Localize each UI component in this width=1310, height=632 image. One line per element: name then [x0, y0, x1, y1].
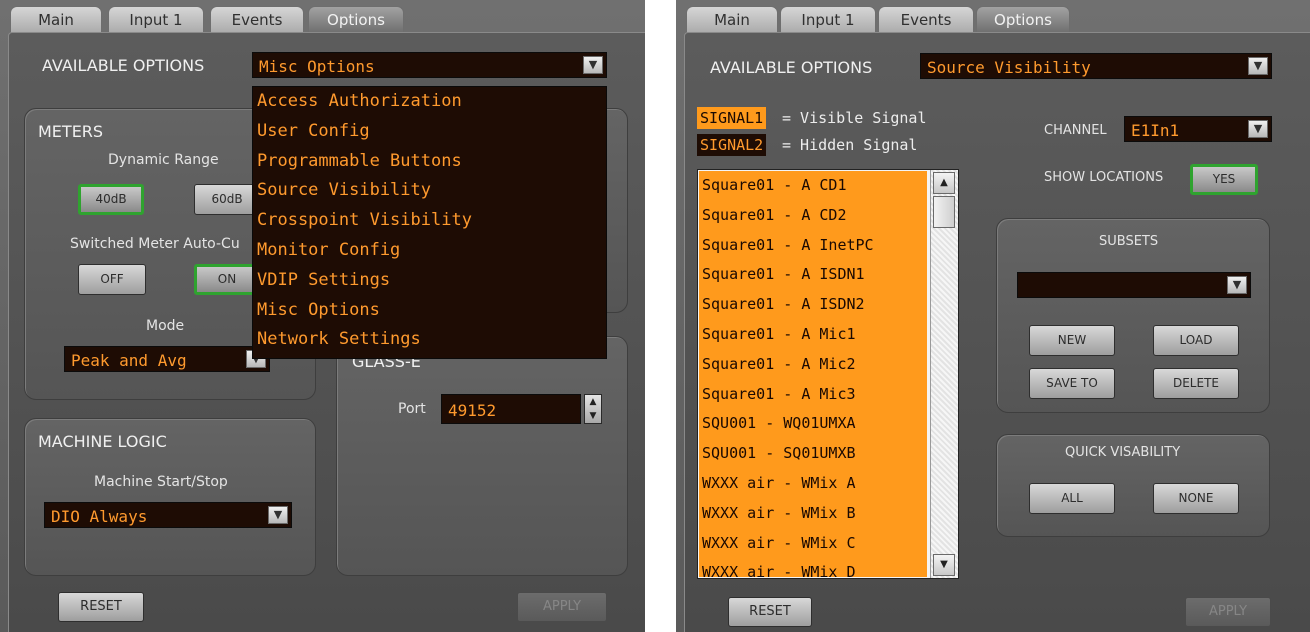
visible-signal-legend: = Visible Signal	[782, 109, 927, 127]
quick-visibility-none-button[interactable]: NONE	[1153, 483, 1239, 514]
source-list-items: Square01 - A CD1 Square01 - A CD2 Square…	[699, 171, 927, 577]
menu-item-user-config[interactable]: User Config	[253, 117, 606, 147]
channel-label: CHANNEL	[1044, 123, 1107, 138]
menu-item-vdip-settings[interactable]: VDIP Settings	[253, 266, 606, 296]
chevron-down-icon[interactable]: ▼	[1227, 276, 1247, 294]
port-value: 49152	[448, 401, 497, 420]
source-item[interactable]: Square01 - A CD1	[699, 171, 927, 201]
apply-button[interactable]: APPLY	[517, 592, 607, 622]
subsets-title: SUBSETS	[1099, 234, 1159, 249]
chevron-down-icon[interactable]: ▼	[268, 506, 288, 524]
source-item[interactable]: WXXX air - WMix B	[699, 499, 927, 529]
source-item[interactable]: SQU001 - WQ01UMXA	[699, 409, 927, 439]
port-stepper[interactable]: ▲ ▼	[584, 394, 602, 424]
subset-new-button[interactable]: NEW	[1029, 325, 1115, 356]
stepper-down-icon[interactable]: ▼	[585, 409, 601, 423]
source-item[interactable]: Square01 - A Mic3	[699, 380, 927, 410]
chevron-down-icon[interactable]: ▼	[1248, 120, 1268, 138]
subset-load-button[interactable]: LOAD	[1153, 325, 1239, 356]
source-item[interactable]: Square01 - A ISDN2	[699, 290, 927, 320]
tab-main[interactable]: Main	[10, 6, 102, 34]
available-options-value: Misc Options	[259, 57, 375, 76]
menu-item-crosspoint-visibility[interactable]: Crosspoint Visibility	[253, 206, 606, 236]
tab-options[interactable]: Options	[976, 6, 1070, 34]
available-options-dropdown[interactable]: Source Visibility ▼	[920, 53, 1272, 79]
available-options-value: Source Visibility	[927, 58, 1091, 77]
switched-meter-label: Switched Meter Auto-Cu	[70, 236, 240, 252]
subset-delete-button[interactable]: DELETE	[1153, 368, 1239, 399]
scrollbar-thumb[interactable]	[933, 196, 955, 228]
source-item[interactable]: WXXX air - WMix D	[699, 558, 927, 577]
machine-start-stop-dropdown[interactable]: DIO Always ▼	[44, 502, 292, 528]
subset-save-to-button[interactable]: SAVE TO	[1029, 368, 1115, 399]
chevron-down-icon[interactable]: ▼	[1248, 57, 1268, 75]
show-locations-label: SHOW LOCATIONS	[1044, 170, 1164, 185]
port-input[interactable]: 49152	[441, 394, 581, 424]
quick-visibility-all-button[interactable]: ALL	[1029, 483, 1115, 514]
show-locations-toggle[interactable]: YES	[1190, 164, 1258, 195]
menu-item-misc-options[interactable]: Misc Options	[253, 296, 606, 326]
machine-start-stop-value: DIO Always	[51, 507, 148, 526]
tab-input-1[interactable]: Input 1	[780, 6, 876, 34]
source-item[interactable]: WXXX air - WMix C	[699, 529, 927, 559]
auto-cut-on-button[interactable]: ON	[194, 264, 260, 295]
visible-signal-swatch: SIGNAL1	[697, 107, 767, 129]
available-options-dropdown[interactable]: Misc Options ▼	[252, 52, 607, 78]
tab-options[interactable]: Options	[308, 6, 404, 34]
dynamic-range-label: Dynamic Range	[108, 152, 219, 168]
apply-button[interactable]: APPLY	[1185, 597, 1271, 627]
mode-dropdown[interactable]: Peak and Avg ▼	[64, 346, 270, 372]
reset-button[interactable]: RESET	[58, 592, 144, 622]
available-options-label: AVAILABLE OPTIONS	[42, 56, 205, 75]
reset-button[interactable]: RESET	[728, 597, 812, 627]
range-40db-button[interactable]: 40dB	[78, 184, 144, 215]
auto-cut-off-button[interactable]: OFF	[78, 264, 146, 295]
range-60db-button[interactable]: 60dB	[194, 184, 260, 215]
source-item[interactable]: Square01 - A ISDN1	[699, 260, 927, 290]
channel-value: E1In1	[1131, 121, 1180, 140]
available-options-menu: Access Authorization User Config Program…	[252, 86, 607, 359]
available-options-label: AVAILABLE OPTIONS	[710, 58, 873, 77]
mode-value: Peak and Avg	[71, 351, 187, 370]
stepper-up-icon[interactable]: ▲	[585, 395, 601, 409]
source-item[interactable]: Square01 - A Mic2	[699, 350, 927, 380]
scroll-down-icon[interactable]: ▼	[933, 554, 955, 576]
mode-label: Mode	[146, 318, 185, 334]
quick-visibility-title: QUICK VISABILITY	[1065, 445, 1181, 460]
subsets-dropdown[interactable]: ▼	[1017, 272, 1251, 298]
menu-item-network-settings[interactable]: Network Settings	[253, 325, 606, 355]
chevron-down-icon[interactable]: ▼	[583, 56, 603, 74]
menu-item-access-authorization[interactable]: Access Authorization	[253, 87, 606, 117]
source-list[interactable]: Square01 - A CD1 Square01 - A CD2 Square…	[697, 169, 959, 579]
meters-title: METERS	[38, 122, 104, 141]
tab-events[interactable]: Events	[878, 6, 974, 34]
menu-item-source-visibility[interactable]: Source Visibility	[253, 176, 606, 206]
machine-logic-title: MACHINE LOGIC	[38, 432, 167, 451]
tab-main[interactable]: Main	[686, 6, 778, 34]
source-list-scrollbar[interactable]: ▲ ▼	[930, 170, 958, 578]
machine-start-stop-label: Machine Start/Stop	[94, 474, 228, 490]
port-label: Port	[398, 401, 426, 417]
menu-item-monitor-config[interactable]: Monitor Config	[253, 236, 606, 266]
source-item[interactable]: WXXX air - WMix A	[699, 469, 927, 499]
scroll-up-icon[interactable]: ▲	[933, 172, 955, 194]
tab-input-1[interactable]: Input 1	[108, 6, 204, 34]
source-item[interactable]: SQU001 - SQ01UMXB	[699, 439, 927, 469]
source-item[interactable]: Square01 - A CD2	[699, 201, 927, 231]
hidden-signal-swatch: SIGNAL2	[697, 134, 767, 156]
source-item[interactable]: Square01 - A Mic1	[699, 320, 927, 350]
hidden-signal-legend: = Hidden Signal	[782, 136, 918, 154]
tab-events[interactable]: Events	[210, 6, 304, 34]
source-item[interactable]: Square01 - A InetPC	[699, 231, 927, 261]
menu-item-programmable-buttons[interactable]: Programmable Buttons	[253, 147, 606, 177]
glass-e-group	[336, 336, 628, 576]
channel-dropdown[interactable]: E1In1 ▼	[1124, 116, 1272, 142]
